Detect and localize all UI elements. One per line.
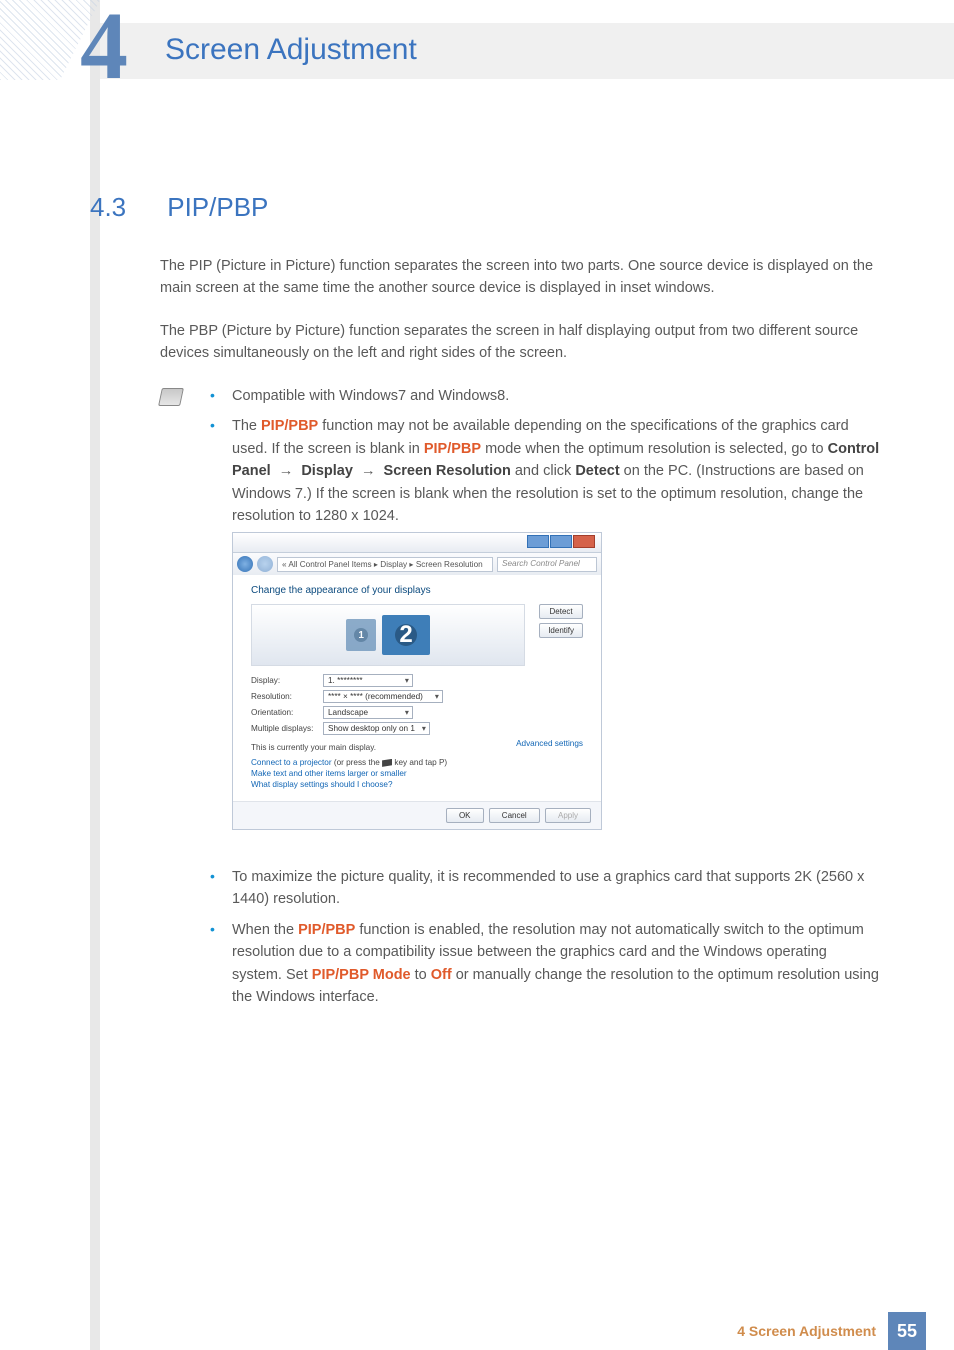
label-resolution: Resolution:: [251, 692, 323, 701]
page-number: 55: [888, 1312, 926, 1350]
windows-key-icon: [382, 759, 392, 767]
section-title: PIP/PBP: [167, 192, 268, 222]
window-maximize-icon[interactable]: [550, 535, 572, 548]
apply-button[interactable]: Apply: [545, 808, 591, 823]
highlight-off: Off: [431, 967, 452, 983]
list-item: To maximize the picture quality, it is r…: [200, 866, 880, 911]
multiple-displays-select[interactable]: Show desktop only on 1: [323, 722, 430, 735]
list-item: When the PIP/PBP function is enabled, th…: [200, 919, 880, 1009]
nav-forward-icon[interactable]: [257, 556, 273, 572]
window-titlebar: [233, 533, 601, 553]
footer-chapter-label: 4 Screen Adjustment: [737, 1323, 876, 1339]
note-list: Compatible with Windows7 and Windows8. T…: [200, 385, 880, 536]
section-heading: 4.3 PIP/PBP: [90, 192, 268, 223]
monitor-2-icon[interactable]: 2: [382, 615, 430, 655]
page-footer: 4 Screen Adjustment 55: [0, 1312, 954, 1350]
window-close-icon[interactable]: [573, 535, 595, 548]
resolution-select[interactable]: **** × **** (recommended): [323, 690, 443, 703]
emphasis-screen-resolution: Screen Resolution: [384, 463, 511, 479]
paragraph-pip-description: The PIP (Picture in Picture) function se…: [160, 255, 880, 300]
note-list-continued: To maximize the picture quality, it is r…: [200, 866, 880, 1017]
list-item: The PIP/PBP function may not be availabl…: [200, 415, 880, 527]
emphasis-detect: Detect: [575, 463, 619, 479]
identify-button[interactable]: Identify: [539, 623, 583, 638]
monitor-1-icon[interactable]: 1: [346, 619, 376, 651]
dialog-heading: Change the appearance of your displays: [251, 585, 583, 596]
breadcrumb-path[interactable]: « All Control Panel Items ▸ Display ▸ Sc…: [277, 557, 493, 572]
connect-projector-link[interactable]: Connect to a projector (or press the key…: [251, 758, 583, 767]
emphasis-display: Display: [301, 463, 353, 479]
search-input[interactable]: Search Control Panel: [497, 557, 597, 572]
chapter-number: 4: [80, 0, 128, 94]
chapter-title: Screen Adjustment: [165, 33, 417, 67]
highlight-pip-pbp-mode: PIP/PBP Mode: [312, 967, 411, 983]
highlight-pip-pbp: PIP/PBP: [424, 441, 481, 457]
cancel-button[interactable]: Cancel: [489, 808, 540, 823]
highlight-pip-pbp: PIP/PBP: [261, 418, 318, 434]
label-orientation: Orientation:: [251, 708, 323, 717]
dialog-footer: OK Cancel Apply: [233, 801, 601, 829]
label-multiple-displays: Multiple displays:: [251, 724, 323, 733]
window-minimize-icon[interactable]: [527, 535, 549, 548]
highlight-pip-pbp: PIP/PBP: [298, 922, 355, 938]
detect-button[interactable]: Detect: [539, 604, 583, 619]
main-display-note: This is currently your main display.: [251, 743, 376, 752]
display-select[interactable]: 1. ********: [323, 674, 413, 687]
display-settings-help-link[interactable]: What display settings should I choose?: [251, 780, 583, 789]
text-size-link[interactable]: Make text and other items larger or smal…: [251, 769, 583, 778]
note-icon: [158, 388, 184, 406]
section-number: 4.3: [90, 192, 160, 223]
nav-back-icon[interactable]: [237, 556, 253, 572]
orientation-select[interactable]: Landscape: [323, 706, 413, 719]
list-item: Compatible with Windows7 and Windows8.: [200, 385, 880, 407]
advanced-settings-link[interactable]: Advanced settings: [516, 739, 583, 756]
screenshot-screen-resolution-dialog: « All Control Panel Items ▸ Display ▸ Sc…: [232, 532, 602, 830]
paragraph-pbp-description: The PBP (Picture by Picture) function se…: [160, 320, 880, 365]
monitor-preview-area[interactable]: 1 2: [251, 604, 525, 666]
label-display: Display:: [251, 676, 323, 685]
address-bar: « All Control Panel Items ▸ Display ▸ Sc…: [233, 553, 601, 575]
ok-button[interactable]: OK: [446, 808, 484, 823]
